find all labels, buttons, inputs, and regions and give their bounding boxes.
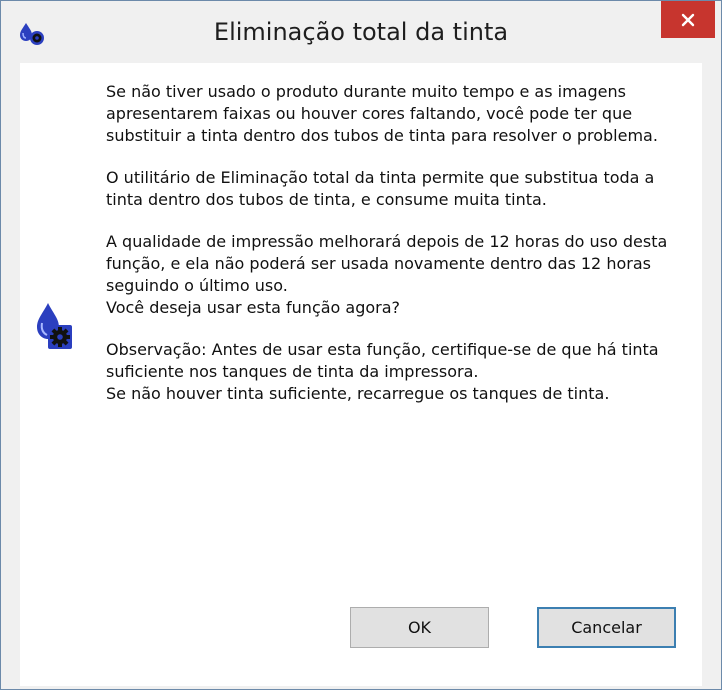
- message-text: Se não tiver usado o produto durante mui…: [106, 81, 676, 405]
- close-icon: [681, 13, 695, 27]
- cancel-button[interactable]: Cancelar: [537, 607, 676, 648]
- title-bar[interactable]: Eliminação total da tinta: [1, 1, 721, 63]
- ink-drop-gear-icon: [34, 301, 74, 353]
- message-paragraph: O utilitário de Eliminação total da tint…: [106, 168, 655, 209]
- window-title: Eliminação total da tinta: [213, 18, 509, 46]
- message-paragraph: Se não tiver usado o produto durante mui…: [106, 82, 658, 145]
- message-paragraph: A qualidade de impressão melhorará depoi…: [106, 232, 668, 295]
- close-button[interactable]: [661, 1, 715, 38]
- message-question: Você deseja usar esta função agora?: [106, 298, 401, 317]
- dialog-window: Eliminação total da tinta Se não tiver u…: [0, 0, 722, 690]
- message-note: Se não houver tinta suficiente, recarreg…: [106, 384, 610, 403]
- ok-button[interactable]: OK: [350, 607, 489, 648]
- dialog-content: Se não tiver usado o produto durante mui…: [20, 63, 702, 686]
- message-note: Observação: Antes de usar esta função, c…: [106, 340, 659, 381]
